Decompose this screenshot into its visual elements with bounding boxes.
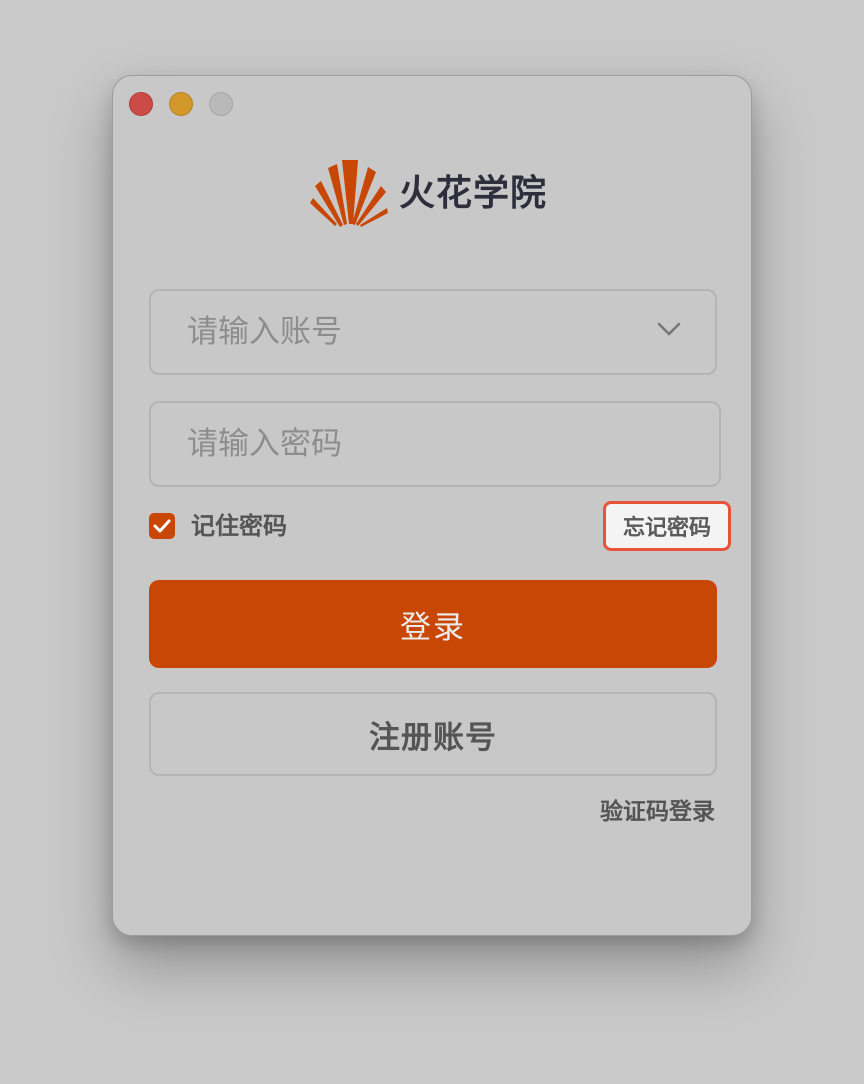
account-input[interactable] (187, 291, 627, 373)
remember-password-checkbox[interactable]: 记住密码 (149, 512, 287, 540)
login-button[interactable]: 登录 (149, 580, 717, 668)
minimize-icon[interactable] (169, 92, 193, 116)
spark-logo-icon (310, 160, 388, 227)
close-icon[interactable] (129, 92, 153, 116)
password-input[interactable] (187, 403, 627, 485)
chevron-down-icon[interactable] (657, 321, 681, 337)
remember-password-label: 记住密码 (191, 512, 287, 540)
maximize-icon[interactable] (209, 92, 233, 116)
account-field[interactable] (149, 289, 717, 375)
login-window: 火花学院 记住密码 忘记密码 登录 注册账号 验证码登录 (112, 75, 752, 936)
sms-code-login-link[interactable]: 验证码登录 (600, 796, 715, 828)
brand-name: 火花学院 (399, 173, 548, 214)
checkmark-icon (153, 519, 171, 533)
checkbox-checked[interactable] (149, 513, 175, 539)
password-field[interactable] (149, 401, 721, 487)
forgot-password-link[interactable]: 忘记密码 (603, 501, 731, 551)
register-button[interactable]: 注册账号 (149, 692, 717, 776)
